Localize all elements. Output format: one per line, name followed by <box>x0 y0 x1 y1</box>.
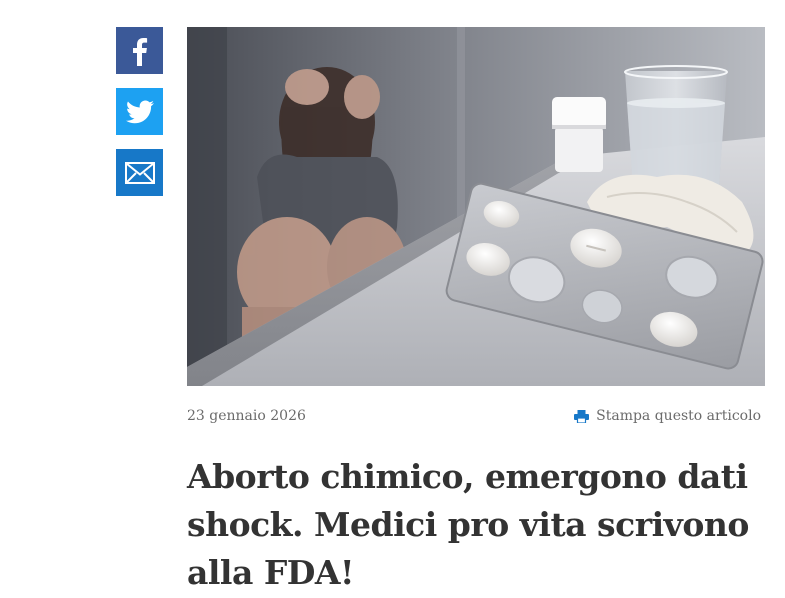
print-article-link[interactable]: Stampa questo articolo <box>574 408 761 424</box>
article-date: 23 gennaio 2026 <box>187 408 306 424</box>
article-meta: 23 gennaio 2026 Stampa questo articolo <box>187 405 761 427</box>
article-page: 23 gennaio 2026 Stampa questo articolo A… <box>0 0 785 598</box>
facebook-icon <box>127 36 153 66</box>
printer-icon <box>574 409 590 423</box>
print-article-label: Stampa questo articolo <box>596 408 761 424</box>
article-title: Aborto chimico, emergono dati shock. Med… <box>187 457 749 592</box>
share-twitter-button[interactable] <box>116 88 163 135</box>
share-sidebar <box>116 27 163 210</box>
envelope-icon <box>124 161 155 184</box>
twitter-icon <box>125 99 154 124</box>
share-facebook-button[interactable] <box>116 27 163 74</box>
article-hero-image <box>187 27 765 386</box>
share-email-button[interactable] <box>116 149 163 196</box>
